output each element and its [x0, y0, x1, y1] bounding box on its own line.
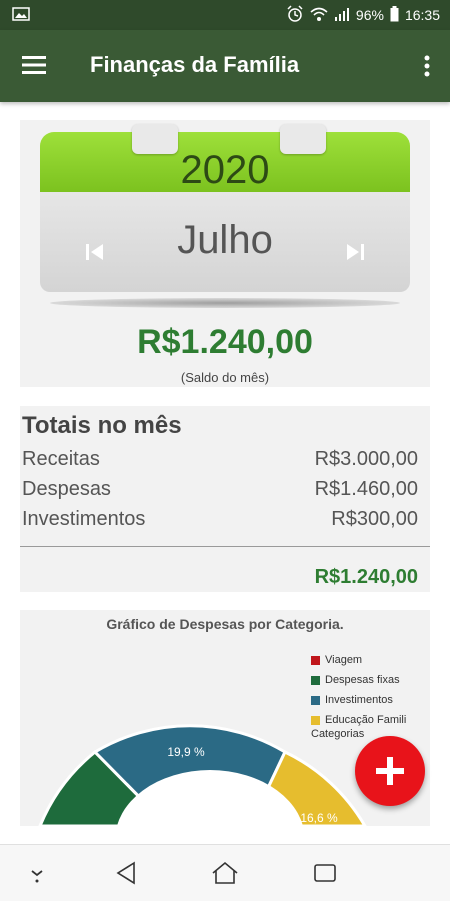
legend-swatch	[311, 655, 320, 665]
image-icon	[12, 7, 30, 26]
calendar-year: 2020	[180, 148, 270, 192]
monthly-totals-card: Totais no mês Receitas R$3.000,00 Despes…	[20, 406, 430, 592]
legend-item: Viagem	[311, 650, 406, 670]
more-vert-icon[interactable]	[420, 54, 434, 78]
calendar-header: 2020	[40, 124, 410, 192]
legend-item: Investimentos	[311, 690, 406, 710]
legend-label: Investimentos	[325, 694, 393, 706]
legend-caption: Categorias	[311, 728, 365, 740]
totals-row-value: R$1.460,00	[314, 478, 418, 500]
wifi-icon	[310, 6, 328, 25]
app-bar: Finanças da Família	[0, 30, 450, 102]
recents-icon[interactable]	[310, 859, 340, 887]
divider	[20, 546, 430, 547]
totals-row-label: Despesas	[22, 478, 111, 500]
legend-label: Viagem	[325, 654, 363, 666]
legend-swatch	[311, 715, 320, 725]
totals-row-label: Receitas	[22, 448, 100, 470]
totals-row-value: R$300,00	[331, 508, 418, 530]
status-bar: 96% 16:35	[0, 0, 450, 30]
battery-percent: 96%	[355, 7, 384, 23]
battery-icon	[390, 5, 399, 25]
totals-row-receitas: Receitas R$3.000,00	[22, 448, 418, 471]
system-nav-bar	[0, 844, 450, 901]
app-title: Finanças da Família	[90, 52, 300, 77]
legend-swatch	[311, 675, 320, 685]
alarm-icon	[286, 4, 304, 26]
chart-legend: Viagem Despesas fixas Investimentos Educ…	[311, 650, 406, 730]
totals-title: Totais no mês	[22, 412, 182, 439]
totals-row-investimentos: Investimentos R$300,00	[22, 508, 418, 531]
legend-item: Despesas fixas	[311, 670, 406, 690]
clock-time: 16:35	[404, 7, 440, 23]
totals-row-value: R$3.000,00	[314, 448, 418, 470]
calendar-body: Julho	[40, 192, 410, 292]
legend-label: Educação Famili	[325, 714, 407, 726]
month-balance-card: 2020 Julho R$1.240,00 (Saldo do mês)	[20, 120, 430, 387]
hamburger-menu-icon[interactable]	[22, 54, 48, 76]
pie-label-investimentos: 19,9 %	[167, 745, 205, 759]
chevron-down-icon[interactable]	[22, 859, 52, 887]
home-icon[interactable]	[210, 859, 240, 887]
legend-swatch	[311, 695, 320, 705]
totals-row-label: Investimentos	[22, 508, 146, 530]
balance-label: (Saldo do mês)	[180, 370, 270, 385]
calendar-shadow	[50, 298, 400, 308]
legend-label: Despesas fixas	[325, 674, 400, 686]
balance-value: R$1.240,00	[137, 323, 313, 361]
totals-sum: R$1.240,00	[314, 566, 418, 588]
skip-next-icon[interactable]	[340, 237, 370, 267]
back-icon[interactable]	[112, 859, 142, 887]
plus-icon	[376, 757, 404, 785]
signal-icon	[334, 7, 350, 24]
pie-label-educacao: 16,6 %	[300, 811, 338, 825]
calendar-widget: 2020 Julho	[40, 124, 410, 308]
add-button[interactable]	[355, 736, 425, 806]
totals-row-despesas: Despesas R$1.460,00	[22, 478, 418, 501]
legend-item: Educação Famili	[311, 710, 406, 730]
